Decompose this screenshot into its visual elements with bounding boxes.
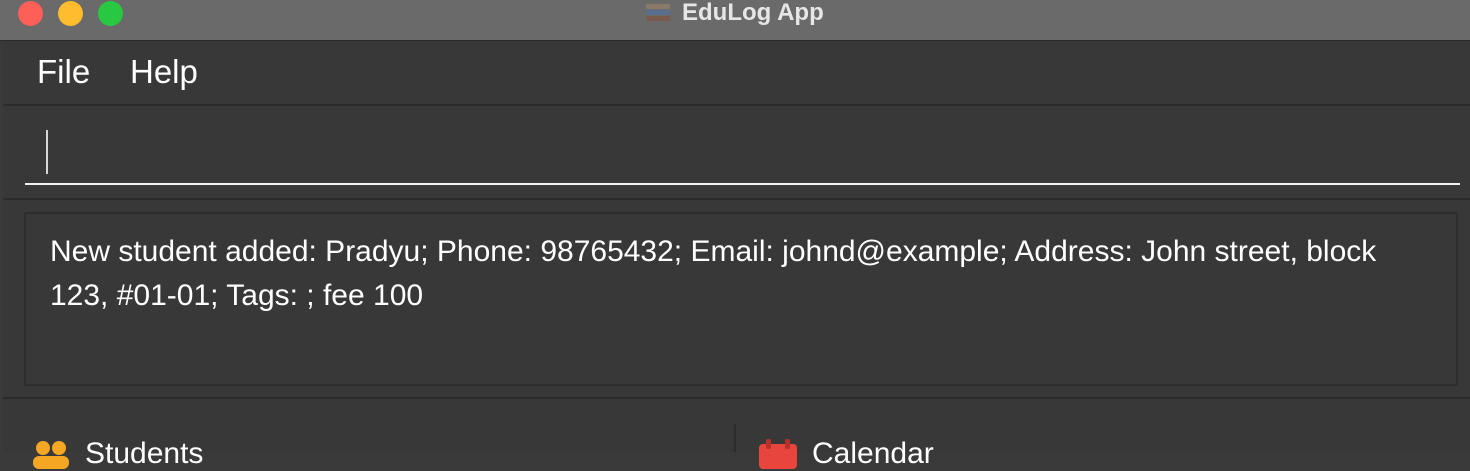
tab-bar: Students Calendar [3, 399, 1470, 470]
menu-file[interactable]: File [37, 53, 90, 91]
books-icon [644, 2, 672, 24]
command-input[interactable] [25, 123, 1460, 185]
result-message: New student added: Pradyu; Phone: 987654… [50, 235, 1377, 312]
tab-calendar-label: Calendar [812, 437, 934, 470]
window-title: EduLog App [682, 0, 824, 26]
text-caret [46, 130, 48, 174]
tab-students-label: Students [85, 437, 204, 470]
result-display-box: New student added: Pradyu; Phone: 987654… [24, 212, 1458, 386]
tab-students[interactable]: Students [31, 437, 203, 471]
students-icon [33, 441, 69, 469]
title-bar: EduLog App [0, 0, 1470, 41]
close-window-button[interactable] [18, 1, 43, 26]
minimize-window-button[interactable] [58, 1, 83, 26]
menu-bar: File Help [3, 41, 1470, 106]
window-title-group: EduLog App [644, 0, 824, 26]
menu-help[interactable]: Help [130, 53, 198, 91]
result-display-panel: New student added: Pradyu; Phone: 987654… [3, 200, 1470, 399]
tab-calendar[interactable]: Calendar [758, 437, 934, 471]
maximize-window-button[interactable] [98, 1, 123, 26]
calendar-icon [759, 439, 797, 469]
command-box-panel [3, 106, 1470, 200]
tab-divider [734, 424, 736, 452]
